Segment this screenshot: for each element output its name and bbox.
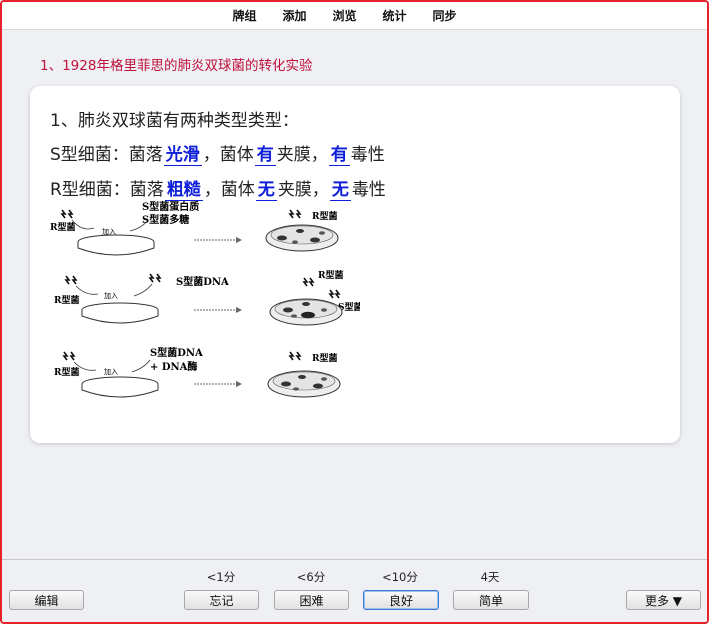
toolbar-decks[interactable]: 牌组: [219, 7, 269, 24]
toolbar-browse[interactable]: 浏览: [319, 7, 369, 24]
row3-result-icon: [288, 351, 302, 361]
card-line-1: 1、肺炎双球菌有两种类型类型：: [50, 111, 299, 131]
row2-transfer-arrow: [194, 307, 242, 313]
line2-mid-1: ，菌体: [202, 145, 254, 165]
answer-bar: <1分 <6分 <10分 4天 编辑 忘记 困难 良好 简单 更多 ▼: [2, 559, 707, 622]
row2-result-r-label: R型菌: [318, 269, 343, 281]
row2-result-icon: [302, 277, 341, 299]
row2-dish-after: [269, 298, 343, 326]
bacteria-icon: [60, 209, 74, 219]
row1-dish-before: [77, 234, 155, 256]
row3-reagent-1: S型菌DNA: [150, 346, 203, 359]
line2-prefix: S型细菌：菌落: [50, 145, 163, 165]
again-button[interactable]: 忘记: [184, 590, 259, 610]
row3-bacteria-icon: [62, 351, 76, 361]
line3-mid-1: ，菌体: [203, 180, 255, 200]
row1-r-label: R型菌: [50, 221, 75, 233]
more-button[interactable]: 更多 ▼: [626, 590, 701, 610]
line3-mid-2: 夹膜，: [277, 180, 329, 200]
hard-interval: <6分: [296, 570, 326, 584]
row3-arrow-right: [131, 359, 151, 373]
line3-prefix: R型细菌：菌落: [50, 180, 164, 200]
row2-arrow-left: [75, 285, 99, 295]
app-window: 牌组 添加 浏览 统计 同步 1、1928年格里菲思的肺炎双球菌的转化实验 1、…: [0, 0, 709, 624]
row2-bacteria-icon: [64, 275, 78, 285]
row3-reagent-2: + DNA酶: [150, 360, 197, 373]
answer-card: 1、肺炎双球菌有两种类型类型： S型细菌：菌落 光滑 ，菌体有夹膜，有毒性 R型细菌…: [30, 86, 680, 443]
again-interval: <1分: [206, 570, 236, 584]
question-title: 1、1928年格里菲思的肺炎双球菌的转化实验: [40, 58, 313, 74]
row1-result-label: R型菌: [312, 210, 337, 222]
line2-mid-2: 夹膜，: [276, 145, 328, 165]
card-line-2: S型细菌：菌落 光滑 ，菌体有夹膜，有毒性: [50, 140, 385, 166]
row1-bacteria-icon-2: [288, 209, 302, 219]
line3-suffix: 毒性: [351, 180, 386, 200]
edit-button[interactable]: 编辑: [9, 590, 84, 610]
hard-button[interactable]: 困难: [274, 590, 349, 610]
row2-arrow-right: [133, 283, 153, 297]
good-button[interactable]: 良好: [363, 590, 439, 610]
line2-answer-3: 有: [328, 145, 350, 166]
row3-r-label: R型菌: [54, 366, 79, 378]
row3-transfer-arrow: [194, 381, 242, 387]
line2-answer-1: 光滑: [163, 145, 202, 166]
toolbar-nav: 牌组 添加 浏览 统计 同步: [219, 7, 469, 24]
row2-r-label: R型菌: [54, 294, 79, 306]
row3-add-label: 加入: [104, 367, 118, 376]
toolbar-sync[interactable]: 同步: [420, 7, 470, 24]
row3-result-label: R型菌: [312, 352, 337, 364]
row3-dish-after: [267, 370, 341, 398]
row1-dish-after: [265, 224, 339, 252]
row3-dish-before: [81, 376, 159, 398]
row1-transfer-arrow: [194, 237, 242, 243]
easy-button[interactable]: 简单: [453, 590, 529, 610]
experiment-diagram: R型菌 加入 S型菌蛋白质 S型菌多糖 R型菌 R型菌 加入 S型菌DNA R型…: [50, 200, 363, 398]
row2-reagent: S型菌DNA: [176, 275, 229, 288]
easy-interval: 4天: [480, 570, 500, 584]
row1-reagent-1: S型菌蛋白质: [142, 200, 199, 213]
row1-reagent-2: S型菌多糖: [142, 213, 189, 226]
row2-dish-before: [81, 302, 159, 324]
toolbar-add[interactable]: 添加: [269, 7, 319, 24]
top-toolbar: 牌组 添加 浏览 统计 同步: [2, 2, 707, 30]
row2-reagent-icon: [148, 273, 162, 283]
row2-add-label: 加入: [104, 291, 118, 300]
good-interval: <10分: [382, 570, 418, 584]
line2-suffix: 毒性: [350, 145, 385, 165]
griffith-experiment-figure: R型菌 加入 S型菌蛋白质 S型菌多糖 R型菌 R型菌 加入 S型菌DNA R型…: [50, 198, 363, 418]
toolbar-stats[interactable]: 统计: [370, 7, 420, 24]
line2-answer-2: 有: [254, 145, 276, 166]
